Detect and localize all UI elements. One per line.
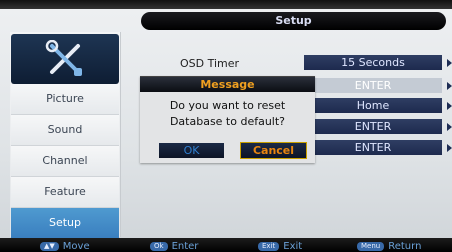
tools-icon [45, 40, 82, 76]
help-enter-label: Enter [171, 241, 199, 252]
dialog-message-line2: Database to default? [169, 115, 286, 128]
sidebar-item-sound[interactable]: Sound [11, 115, 119, 146]
sidebar-item-label: Channel [42, 154, 88, 167]
help-move: ▲▼ Move [40, 241, 90, 252]
dialog-message-line1: Do you want to reset [169, 99, 286, 112]
help-return-label: Return [388, 241, 422, 252]
row4-value[interactable]: ENTER [304, 119, 442, 134]
right-arrow-icon [447, 102, 452, 110]
osd-timer-value-text: 15 Seconds [341, 56, 405, 69]
dialog-title: Message [140, 77, 315, 92]
arrow-keys-icon: ▲▼ [40, 242, 59, 251]
sidebar-item-label: Feature [44, 185, 86, 198]
tv-osd-screen: Setup Picture Sound Channel Feature Setu… [0, 0, 452, 252]
menu-title: Setup [275, 14, 312, 27]
osd-timer-label: OSD Timer [180, 57, 240, 70]
help-enter: Ok Enter [150, 241, 198, 252]
reset-database-dialog: Message Do you want to reset Database to… [140, 76, 315, 163]
ok-key-icon: Ok [150, 242, 168, 251]
row3-value[interactable]: Home [304, 98, 442, 113]
sidebar-item-setup[interactable]: Setup [11, 208, 119, 238]
setup-category-tile [11, 34, 119, 84]
menu-title-bar: Setup [141, 12, 446, 30]
help-exit: Exit Exit [258, 241, 302, 252]
sidebar-item-label: Picture [46, 92, 84, 105]
exit-key-icon: Exit [258, 242, 280, 251]
ok-button[interactable]: OK [159, 143, 224, 158]
menu-key-icon: Menu [357, 242, 385, 251]
help-move-label: Move [62, 241, 90, 252]
help-return: Menu Return [357, 241, 421, 252]
sidebar-item-channel[interactable]: Channel [11, 146, 119, 177]
osd-timer-value[interactable]: 15 Seconds [304, 55, 442, 70]
cancel-button[interactable]: Cancel [240, 142, 307, 159]
row5-value[interactable]: ENTER [304, 140, 442, 155]
row2-value-text: ENTER [354, 79, 392, 92]
right-arrow-icon [447, 123, 452, 131]
right-arrow-icon [447, 82, 452, 90]
row4-value-text: ENTER [354, 120, 392, 133]
help-exit-label: Exit [283, 241, 303, 252]
row3-value-text: Home [356, 99, 390, 112]
screen-bezel-top [0, 0, 452, 9]
right-arrow-icon [447, 59, 452, 67]
sidebar-item-feature[interactable]: Feature [11, 177, 119, 208]
row2-value[interactable]: ENTER [304, 78, 442, 93]
sidebar-item-picture[interactable]: Picture [11, 84, 119, 115]
sidebar-item-label: Sound [47, 123, 83, 136]
row5-value-text: ENTER [354, 141, 392, 154]
sidebar-item-label: Setup [48, 216, 82, 229]
right-arrow-icon [447, 144, 452, 152]
